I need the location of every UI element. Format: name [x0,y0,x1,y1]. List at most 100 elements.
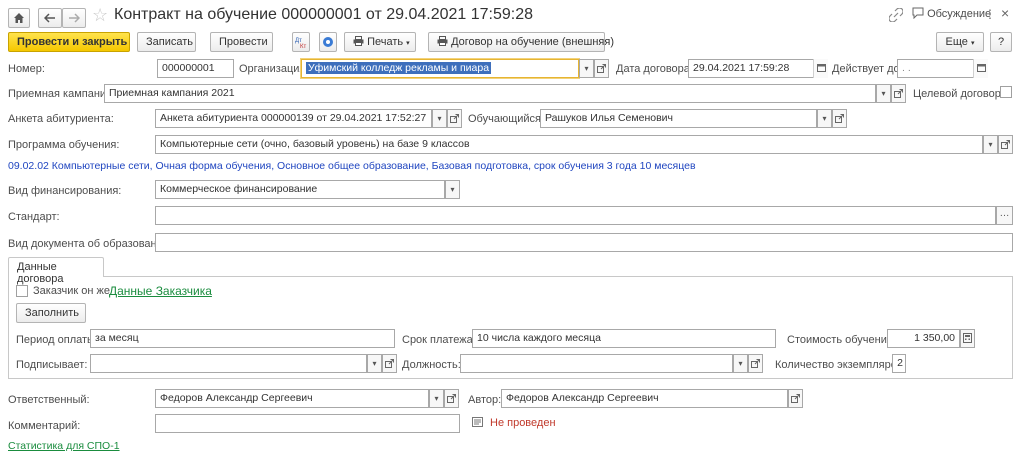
standard-field[interactable] [155,206,996,225]
contract-date-field[interactable]: 29.04.2021 17:59:28 [688,59,828,78]
back-button[interactable] [38,8,62,28]
program-info-text: 09.02.02 Компьютерные сети, Очная форма … [8,160,696,172]
valid-until-label: Действует до: [832,63,903,75]
signer-field[interactable] [90,354,367,373]
open-icon [1001,139,1010,149]
payment-due-field[interactable]: 10 числа каждого месяца [472,329,776,348]
calculator-button[interactable] [960,329,975,348]
window-title: Контракт на обучение 000000001 от 29.04.… [114,6,534,23]
link-icon[interactable] [888,7,904,25]
dt-kt-button[interactable]: Дт Кт [292,32,310,52]
number-label: Номер: [8,63,45,75]
customer-data-link[interactable]: Данные Заказчика [109,284,212,298]
campaign-field[interactable]: Приемная кампания 2021 [104,84,876,103]
home-button[interactable] [8,8,30,28]
close-icon[interactable]: × [1001,5,1009,21]
stats-spo-link[interactable]: Статистика для СПО-1 [8,440,120,452]
dt-kt-icon: ДтКт [295,38,306,50]
organization-field[interactable]: Уфимский колледж рекламы и пиара [301,59,579,78]
more-label: Еще [945,36,968,48]
organization-dropdown-button[interactable]: ▾ [579,59,594,78]
signer-dropdown-button[interactable]: ▾ [367,354,382,373]
program-label: Программа обучения: [8,139,120,151]
student-open-button[interactable] [832,109,847,128]
open-icon [894,88,903,98]
help-button[interactable]: ? [990,32,1012,52]
contract-external-button[interactable]: Договор на обучение (внешняя) [428,32,614,52]
campaign-open-button[interactable] [891,84,906,103]
calendar-icon [977,64,986,72]
position-open-button[interactable] [748,354,763,373]
application-field[interactable]: Анкета абитуриента 000000139 от 29.04.20… [155,109,432,128]
svg-text:Кт: Кт [300,44,306,48]
open-icon [597,63,606,73]
post-button[interactable]: Провести [210,32,273,52]
finance-field[interactable]: Коммерческое финансирование [155,180,445,199]
standard-label: Стандарт: [8,211,60,223]
organization-open-button[interactable] [594,59,609,78]
signer-open-button[interactable] [382,354,397,373]
position-field[interactable] [460,354,733,373]
number-field[interactable]: 000000001 [157,59,234,78]
comment-label: Комментарий: [8,420,81,432]
arrow-right-icon [69,13,81,23]
target-contract-checkbox[interactable] [1000,86,1012,98]
calendar-button[interactable] [813,59,828,78]
more-button[interactable]: Еще ▾ [936,32,984,52]
open-icon [791,393,800,403]
copies-field[interactable]: 2 [892,354,906,373]
contract-external-label: Договор на обучение (внешняя) [451,36,614,48]
save-button[interactable]: Записать [137,32,196,52]
favorite-star-icon[interactable]: ☆ [92,5,108,26]
arrow-left-icon [43,13,55,23]
forward-button[interactable] [62,8,86,28]
position-dropdown-button[interactable]: ▾ [733,354,748,373]
responsible-field[interactable]: Федоров Александр Сергеевич [155,389,429,408]
cost-field[interactable]: 1 350,00 [887,329,960,348]
copies-label: Количество экземпляров: [775,359,906,371]
program-open-button[interactable] [998,135,1013,154]
standard-select-button[interactable]: … [996,206,1013,225]
print-button[interactable]: Печать ▾ [344,32,416,52]
printer-icon [353,36,364,46]
more-menu-icon[interactable]: ⋮ [984,7,996,21]
tab-contract-data[interactable]: Данные договора [8,257,104,285]
structure-button[interactable] [319,32,337,52]
post-and-close-button[interactable]: Провести и закрыть [8,32,130,52]
fill-button[interactable]: Заполнить [16,303,86,323]
calendar-button[interactable] [973,59,988,78]
customer-self-checkbox[interactable] [16,285,28,297]
open-icon [751,358,760,368]
payment-period-label: Период оплаты: [16,334,99,346]
organization-label: Организация: [239,63,309,75]
print-label: Печать [367,36,404,48]
student-dropdown-button[interactable]: ▾ [817,109,832,128]
responsible-dropdown-button[interactable]: ▾ [429,389,444,408]
calculator-icon [963,333,972,344]
doctype-field[interactable] [155,233,1013,252]
finance-dropdown-button[interactable]: ▾ [445,180,460,199]
open-icon [450,113,459,123]
open-icon [385,358,394,368]
application-open-button[interactable] [447,109,462,128]
open-icon [447,393,456,403]
program-field[interactable]: Компьютерные сети (очно, базовый уровень… [155,135,983,154]
student-field[interactable]: Рашуков Илья Семенович [540,109,817,128]
program-dropdown-button[interactable]: ▾ [983,135,998,154]
customer-self-label: Заказчик он же [33,285,110,297]
payment-due-label: Срок платежа: [402,334,476,346]
discussion-button[interactable]: Обсуждение [912,7,991,20]
student-label: Обучающийся: [468,113,545,125]
tab-contract-data-label: Данные договора [17,261,64,285]
author-open-button[interactable] [788,389,803,408]
payment-period-field[interactable]: за месяц [90,329,395,348]
position-label: Должность: [402,359,461,371]
status-text: Не проведен [490,417,556,429]
campaign-dropdown-button[interactable]: ▾ [876,84,891,103]
responsible-open-button[interactable] [444,389,459,408]
calendar-icon [817,64,826,72]
responsible-label: Ответственный: [8,394,90,406]
application-dropdown-button[interactable]: ▾ [432,109,447,128]
comment-field[interactable] [155,414,460,433]
application-label: Анкета абитуриента: [8,113,114,125]
